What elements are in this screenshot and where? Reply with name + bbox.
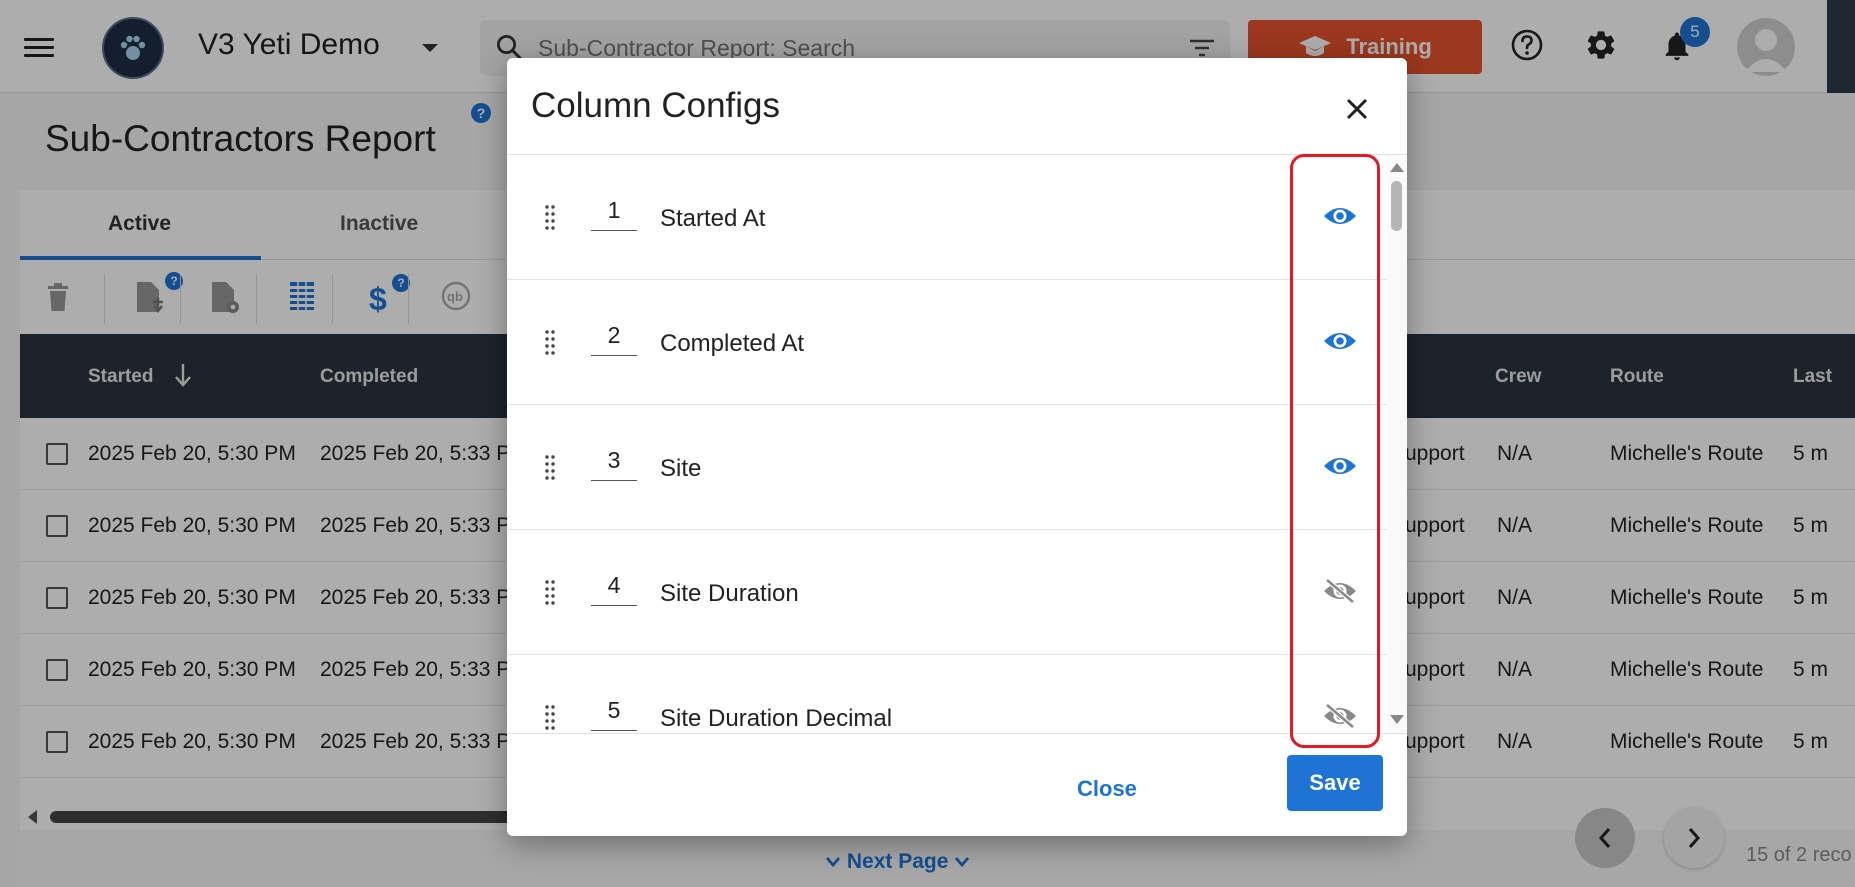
scroll-up-arrow[interactable]: [1390, 163, 1404, 172]
column-label: Site Duration Decimal: [660, 705, 893, 732]
save-button[interactable]: Save: [1287, 755, 1383, 811]
column-configs-dialog: Column Configs 1 Started At 2 Completed …: [507, 58, 1407, 836]
close-button[interactable]: Close: [1077, 776, 1137, 802]
drag-handle-icon[interactable]: [543, 579, 557, 607]
column-order-input[interactable]: 1: [591, 197, 637, 231]
drag-handle-icon[interactable]: [543, 329, 557, 357]
drag-handle-icon[interactable]: [543, 704, 557, 732]
column-config-row[interactable]: 2 Completed At: [507, 280, 1387, 405]
vertical-scrollbar[interactable]: [1387, 155, 1407, 733]
drag-handle-icon[interactable]: [543, 204, 557, 232]
drag-handle-icon[interactable]: [543, 454, 557, 482]
column-config-row[interactable]: 5 Site Duration Decimal: [507, 655, 1387, 733]
column-order-input[interactable]: 3: [591, 447, 637, 481]
dialog-title: Column Configs: [531, 86, 780, 125]
column-order-input[interactable]: 5: [591, 697, 637, 731]
column-label: Site: [660, 455, 702, 482]
scrollbar-thumb[interactable]: [1391, 181, 1402, 231]
close-icon[interactable]: [1339, 91, 1375, 127]
column-label: Completed At: [660, 330, 805, 357]
column-order-input[interactable]: 4: [591, 572, 637, 606]
column-config-row[interactable]: 1 Started At: [507, 155, 1387, 280]
scroll-down-arrow[interactable]: [1390, 715, 1404, 724]
column-config-row[interactable]: 3 Site: [507, 405, 1387, 530]
visibility-column-highlight: [1290, 154, 1380, 748]
column-label: Site Duration: [660, 580, 799, 607]
column-label: Started At: [660, 205, 766, 232]
column-list: 1 Started At 2 Completed At 3 Site 4 Sit…: [507, 154, 1407, 734]
column-config-row[interactable]: 4 Site Duration: [507, 530, 1387, 655]
column-order-input[interactable]: 2: [591, 322, 637, 356]
